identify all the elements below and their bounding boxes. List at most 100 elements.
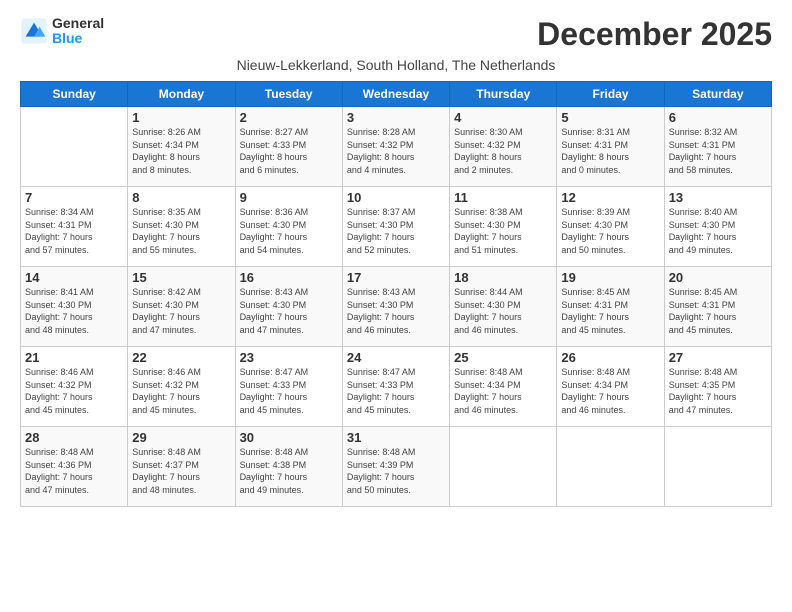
day-cell: 26Sunrise: 8:48 AM Sunset: 4:34 PM Dayli…: [557, 347, 664, 427]
header-thursday: Thursday: [450, 82, 557, 107]
day-number: 16: [240, 270, 338, 285]
day-cell: 19Sunrise: 8:45 AM Sunset: 4:31 PM Dayli…: [557, 267, 664, 347]
day-cell: 31Sunrise: 8:48 AM Sunset: 4:39 PM Dayli…: [342, 427, 449, 507]
day-info: Sunrise: 8:45 AM Sunset: 4:31 PM Dayligh…: [669, 286, 767, 336]
day-number: 24: [347, 350, 445, 365]
day-number: 1: [132, 110, 230, 125]
day-number: 31: [347, 430, 445, 445]
page: General Blue December 2025 Nieuw-Lekkerl…: [0, 0, 792, 519]
day-info: Sunrise: 8:35 AM Sunset: 4:30 PM Dayligh…: [132, 206, 230, 256]
day-cell: 9Sunrise: 8:36 AM Sunset: 4:30 PM Daylig…: [235, 187, 342, 267]
day-number: 23: [240, 350, 338, 365]
day-number: 28: [25, 430, 123, 445]
day-cell: [557, 427, 664, 507]
day-number: 22: [132, 350, 230, 365]
day-info: Sunrise: 8:27 AM Sunset: 4:33 PM Dayligh…: [240, 126, 338, 176]
day-info: Sunrise: 8:43 AM Sunset: 4:30 PM Dayligh…: [347, 286, 445, 336]
day-cell: 27Sunrise: 8:48 AM Sunset: 4:35 PM Dayli…: [664, 347, 771, 427]
day-info: Sunrise: 8:44 AM Sunset: 4:30 PM Dayligh…: [454, 286, 552, 336]
day-number: 5: [561, 110, 659, 125]
day-number: 2: [240, 110, 338, 125]
day-cell: [664, 427, 771, 507]
day-cell: 23Sunrise: 8:47 AM Sunset: 4:33 PM Dayli…: [235, 347, 342, 427]
day-cell: 15Sunrise: 8:42 AM Sunset: 4:30 PM Dayli…: [128, 267, 235, 347]
day-info: Sunrise: 8:38 AM Sunset: 4:30 PM Dayligh…: [454, 206, 552, 256]
day-number: 3: [347, 110, 445, 125]
day-info: Sunrise: 8:48 AM Sunset: 4:38 PM Dayligh…: [240, 446, 338, 496]
day-number: 12: [561, 190, 659, 205]
week-row-1: 1Sunrise: 8:26 AM Sunset: 4:34 PM Daylig…: [21, 107, 772, 187]
day-cell: 25Sunrise: 8:48 AM Sunset: 4:34 PM Dayli…: [450, 347, 557, 427]
day-cell: 3Sunrise: 8:28 AM Sunset: 4:32 PM Daylig…: [342, 107, 449, 187]
day-info: Sunrise: 8:43 AM Sunset: 4:30 PM Dayligh…: [240, 286, 338, 336]
day-info: Sunrise: 8:37 AM Sunset: 4:30 PM Dayligh…: [347, 206, 445, 256]
week-row-5: 28Sunrise: 8:48 AM Sunset: 4:36 PM Dayli…: [21, 427, 772, 507]
day-info: Sunrise: 8:45 AM Sunset: 4:31 PM Dayligh…: [561, 286, 659, 336]
day-info: Sunrise: 8:46 AM Sunset: 4:32 PM Dayligh…: [132, 366, 230, 416]
logo-icon: [20, 17, 48, 45]
header-row: Sunday Monday Tuesday Wednesday Thursday…: [21, 82, 772, 107]
header-friday: Friday: [557, 82, 664, 107]
day-cell: 2Sunrise: 8:27 AM Sunset: 4:33 PM Daylig…: [235, 107, 342, 187]
week-row-2: 7Sunrise: 8:34 AM Sunset: 4:31 PM Daylig…: [21, 187, 772, 267]
day-number: 15: [132, 270, 230, 285]
day-number: 6: [669, 110, 767, 125]
day-number: 13: [669, 190, 767, 205]
day-info: Sunrise: 8:48 AM Sunset: 4:34 PM Dayligh…: [454, 366, 552, 416]
day-cell: 1Sunrise: 8:26 AM Sunset: 4:34 PM Daylig…: [128, 107, 235, 187]
day-cell: 4Sunrise: 8:30 AM Sunset: 4:32 PM Daylig…: [450, 107, 557, 187]
header-saturday: Saturday: [664, 82, 771, 107]
header-sunday: Sunday: [21, 82, 128, 107]
day-cell: 12Sunrise: 8:39 AM Sunset: 4:30 PM Dayli…: [557, 187, 664, 267]
day-info: Sunrise: 8:48 AM Sunset: 4:34 PM Dayligh…: [561, 366, 659, 416]
day-info: Sunrise: 8:41 AM Sunset: 4:30 PM Dayligh…: [25, 286, 123, 336]
logo-text: General Blue: [52, 16, 104, 47]
day-cell: 18Sunrise: 8:44 AM Sunset: 4:30 PM Dayli…: [450, 267, 557, 347]
day-number: 25: [454, 350, 552, 365]
logo-general: General: [52, 16, 104, 31]
day-info: Sunrise: 8:46 AM Sunset: 4:32 PM Dayligh…: [25, 366, 123, 416]
day-info: Sunrise: 8:47 AM Sunset: 4:33 PM Dayligh…: [240, 366, 338, 416]
header-monday: Monday: [128, 82, 235, 107]
day-number: 18: [454, 270, 552, 285]
day-info: Sunrise: 8:28 AM Sunset: 4:32 PM Dayligh…: [347, 126, 445, 176]
day-cell: 7Sunrise: 8:34 AM Sunset: 4:31 PM Daylig…: [21, 187, 128, 267]
day-number: 7: [25, 190, 123, 205]
day-cell: 5Sunrise: 8:31 AM Sunset: 4:31 PM Daylig…: [557, 107, 664, 187]
day-number: 17: [347, 270, 445, 285]
day-info: Sunrise: 8:48 AM Sunset: 4:35 PM Dayligh…: [669, 366, 767, 416]
day-info: Sunrise: 8:32 AM Sunset: 4:31 PM Dayligh…: [669, 126, 767, 176]
day-cell: 24Sunrise: 8:47 AM Sunset: 4:33 PM Dayli…: [342, 347, 449, 427]
day-number: 9: [240, 190, 338, 205]
day-info: Sunrise: 8:31 AM Sunset: 4:31 PM Dayligh…: [561, 126, 659, 176]
day-cell: 28Sunrise: 8:48 AM Sunset: 4:36 PM Dayli…: [21, 427, 128, 507]
day-number: 29: [132, 430, 230, 445]
day-cell: 11Sunrise: 8:38 AM Sunset: 4:30 PM Dayli…: [450, 187, 557, 267]
day-cell: 6Sunrise: 8:32 AM Sunset: 4:31 PM Daylig…: [664, 107, 771, 187]
day-number: 30: [240, 430, 338, 445]
week-row-4: 21Sunrise: 8:46 AM Sunset: 4:32 PM Dayli…: [21, 347, 772, 427]
day-number: 21: [25, 350, 123, 365]
day-info: Sunrise: 8:48 AM Sunset: 4:37 PM Dayligh…: [132, 446, 230, 496]
day-cell: 8Sunrise: 8:35 AM Sunset: 4:30 PM Daylig…: [128, 187, 235, 267]
day-info: Sunrise: 8:42 AM Sunset: 4:30 PM Dayligh…: [132, 286, 230, 336]
day-number: 26: [561, 350, 659, 365]
day-info: Sunrise: 8:30 AM Sunset: 4:32 PM Dayligh…: [454, 126, 552, 176]
day-number: 8: [132, 190, 230, 205]
subtitle: Nieuw-Lekkerland, South Holland, The Net…: [20, 57, 772, 73]
day-info: Sunrise: 8:48 AM Sunset: 4:39 PM Dayligh…: [347, 446, 445, 496]
day-cell: 10Sunrise: 8:37 AM Sunset: 4:30 PM Dayli…: [342, 187, 449, 267]
day-cell: 13Sunrise: 8:40 AM Sunset: 4:30 PM Dayli…: [664, 187, 771, 267]
day-cell: 30Sunrise: 8:48 AM Sunset: 4:38 PM Dayli…: [235, 427, 342, 507]
day-number: 20: [669, 270, 767, 285]
day-cell: 21Sunrise: 8:46 AM Sunset: 4:32 PM Dayli…: [21, 347, 128, 427]
day-cell: [21, 107, 128, 187]
month-title: December 2025: [537, 16, 772, 53]
day-info: Sunrise: 8:39 AM Sunset: 4:30 PM Dayligh…: [561, 206, 659, 256]
header-tuesday: Tuesday: [235, 82, 342, 107]
day-info: Sunrise: 8:34 AM Sunset: 4:31 PM Dayligh…: [25, 206, 123, 256]
day-info: Sunrise: 8:47 AM Sunset: 4:33 PM Dayligh…: [347, 366, 445, 416]
day-cell: 14Sunrise: 8:41 AM Sunset: 4:30 PM Dayli…: [21, 267, 128, 347]
day-number: 14: [25, 270, 123, 285]
day-number: 4: [454, 110, 552, 125]
